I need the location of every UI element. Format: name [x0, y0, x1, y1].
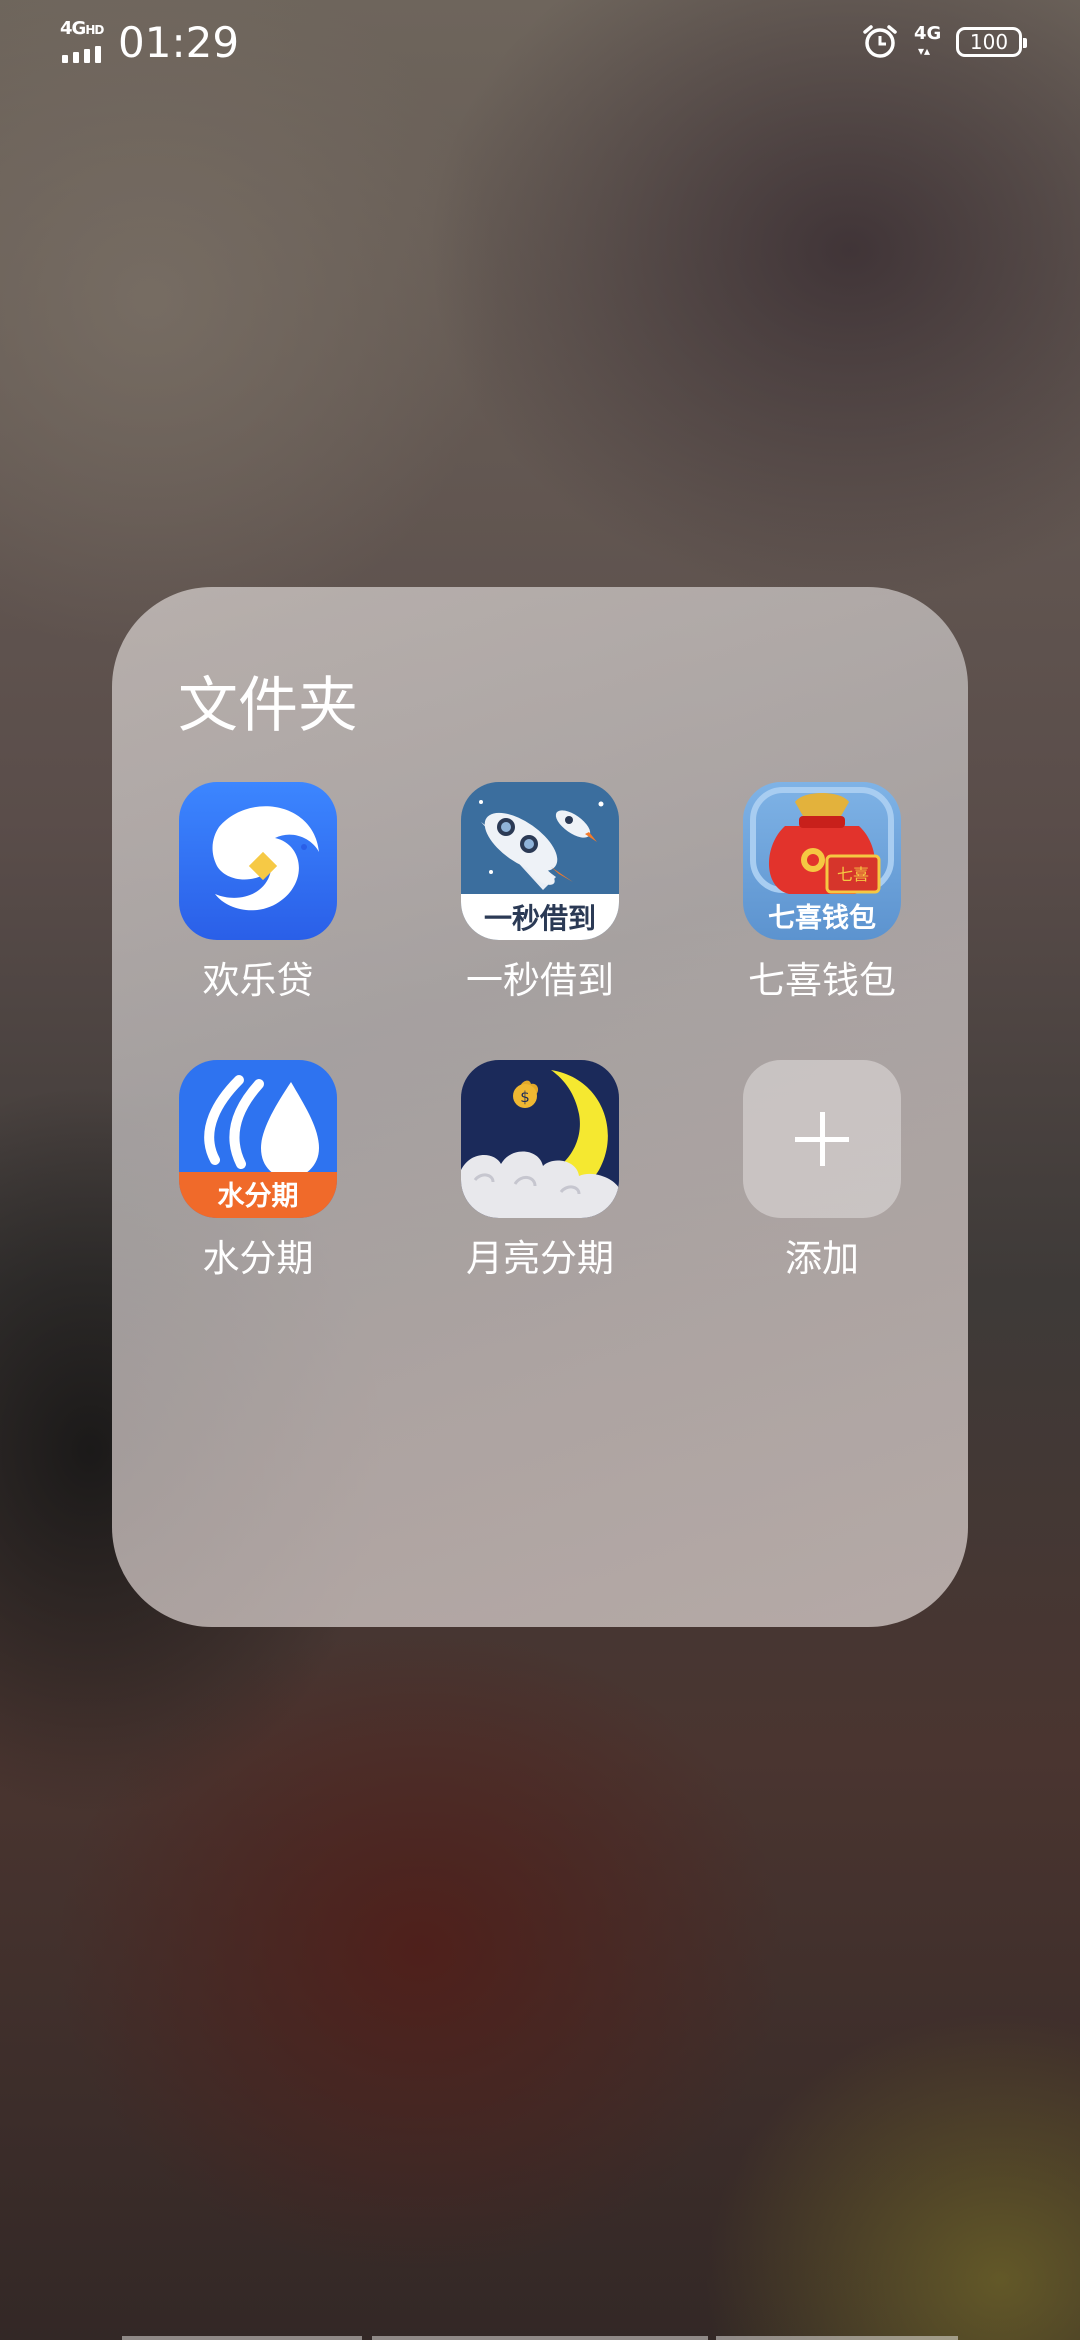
- water-drop-icon: 水分期: [179, 1060, 337, 1218]
- svg-text:一秒借到: 一秒借到: [484, 902, 596, 935]
- moon-icon: $: [461, 1060, 619, 1218]
- signal-indicator: 4GHD: [60, 18, 106, 63]
- signal-bars-icon: [62, 44, 106, 63]
- app-qixiqianbao[interactable]: 七喜 七喜钱包 七喜钱包: [702, 782, 942, 1004]
- dock-edge: [122, 2336, 362, 2340]
- svg-text:七喜: 七喜: [837, 865, 869, 884]
- data-arrows-icon: ▾▴: [918, 44, 931, 58]
- alarm-icon: [863, 25, 897, 58]
- dock-edge: [716, 2336, 958, 2340]
- folder-title[interactable]: 文件夹: [178, 657, 358, 744]
- mobile-data-indicator: 4G ▾▴: [914, 23, 942, 58]
- app-yimiaojiedao[interactable]: 一秒借到 一秒借到: [420, 782, 660, 1004]
- status-icons: 4G ▾▴ 100: [862, 20, 1027, 64]
- app-shuifenqi[interactable]: 水分期 水分期: [138, 1060, 378, 1282]
- svg-text:水分期: 水分期: [218, 1181, 299, 1212]
- home-screen: 4GHD 01:29 4G ▾▴ 100 文件夹 欢乐贷 一秒借到 一秒借到 七…: [0, 0, 1080, 2340]
- app-label: 月亮分期: [466, 1237, 614, 1280]
- add-app-button[interactable]: 添加: [702, 1060, 942, 1282]
- network-type-label: 4GHD: [60, 18, 104, 39]
- svg-text:七喜钱包: 七喜钱包: [768, 902, 876, 934]
- app-label: 七喜钱包: [748, 959, 896, 1002]
- app-label: 欢乐贷: [202, 959, 314, 1002]
- plus-icon: [743, 1060, 901, 1218]
- red-money-bag-icon: 七喜 七喜钱包: [743, 782, 901, 940]
- app-folder: 文件夹 欢乐贷 一秒借到 一秒借到 七喜 七喜钱包 七喜钱包 水分期 水分期 $…: [112, 587, 968, 1627]
- rocket-icon: 一秒借到: [461, 782, 619, 940]
- app-label: 一秒借到: [466, 959, 614, 1002]
- status-bar: 4GHD 01:29 4G ▾▴ 100: [0, 0, 1080, 84]
- app-label: 添加: [785, 1237, 859, 1280]
- app-label: 水分期: [202, 1237, 314, 1280]
- svg-text:$: $: [520, 1088, 530, 1106]
- dolphin-coin-icon: [179, 782, 337, 940]
- battery-icon: 100: [956, 27, 1027, 57]
- clock: 01:29: [118, 18, 240, 67]
- app-yueliangfenqi[interactable]: $ 月亮分期: [420, 1060, 660, 1282]
- dock-edge: [372, 2336, 708, 2340]
- battery-level: 100: [969, 30, 1009, 54]
- app-huanledai[interactable]: 欢乐贷: [138, 782, 378, 1004]
